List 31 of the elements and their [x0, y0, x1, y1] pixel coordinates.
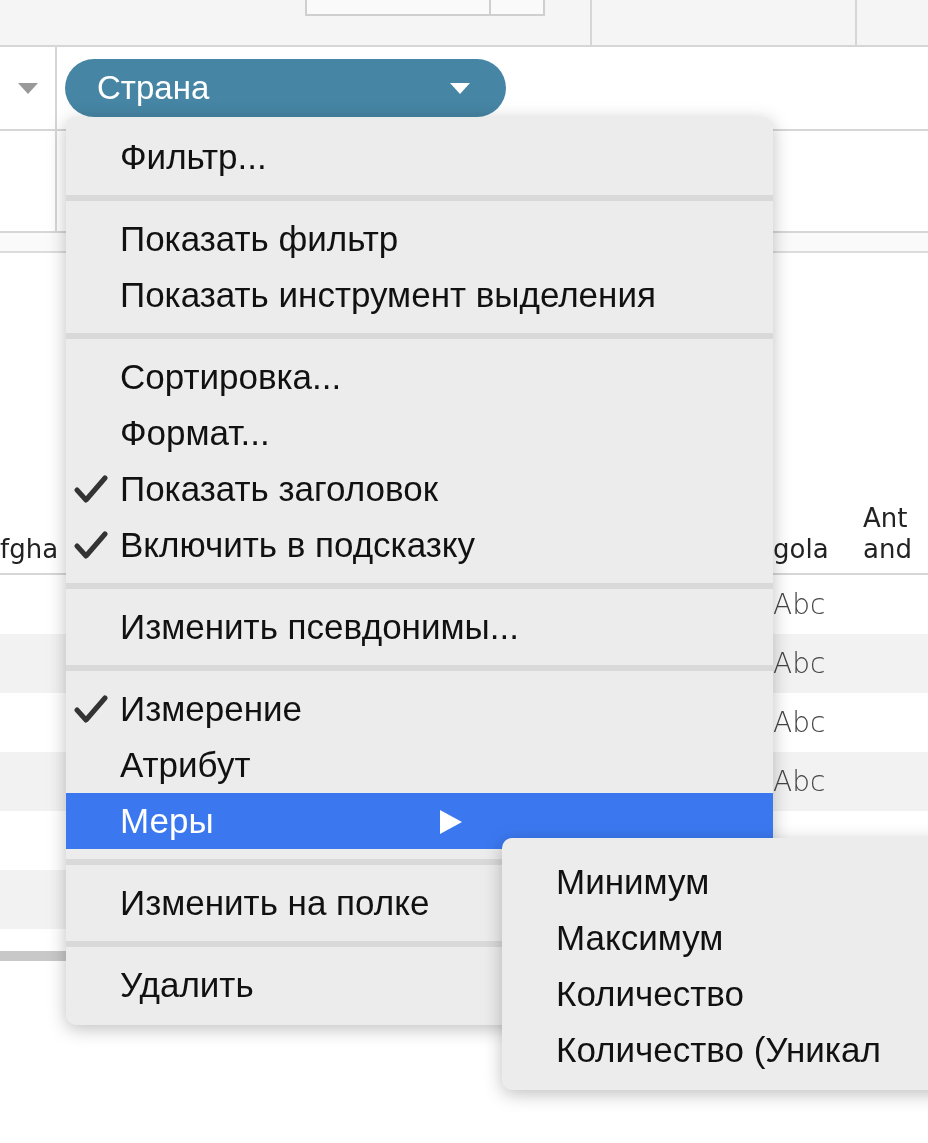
menu-item[interactable]: Включить в подсказку: [66, 517, 773, 573]
menu-item[interactable]: Количество (Уникал: [502, 1022, 928, 1078]
table-cell: Abc: [773, 765, 826, 798]
menu-item[interactable]: Меры: [66, 793, 773, 849]
table-cell: Abc: [773, 706, 826, 739]
column-header: gola: [773, 533, 829, 565]
menu-item[interactable]: Показать заголовок: [66, 461, 773, 517]
menu-item[interactable]: Атрибут: [66, 737, 773, 793]
column-header: Ant: [863, 502, 908, 534]
menu-item[interactable]: Минимум: [502, 854, 928, 910]
table-cell: Abc: [773, 647, 826, 680]
menu-item[interactable]: Показать инструмент выделения: [66, 267, 773, 323]
menu-item[interactable]: Показать фильтр: [66, 211, 773, 267]
menu-item[interactable]: Изменить псевдонимы...: [66, 599, 773, 655]
checkmark-icon: [74, 475, 108, 503]
menu-item[interactable]: Количество: [502, 966, 928, 1022]
dimension-pill[interactable]: Страна: [65, 59, 506, 117]
menu-item[interactable]: Максимум: [502, 910, 928, 966]
checkmark-icon: [74, 695, 108, 723]
column-header: and: [863, 533, 912, 565]
submenu-arrow-icon: [440, 810, 462, 834]
checkmark-icon: [74, 531, 108, 559]
dropdown-caret-icon[interactable]: [450, 82, 470, 94]
menu-item[interactable]: Измерение: [66, 681, 773, 737]
table-cell: Abc: [773, 588, 826, 621]
menu-item[interactable]: Формат...: [66, 405, 773, 461]
toolbar-field[interactable]: [305, 0, 545, 16]
menu-item[interactable]: Фильтр...: [66, 129, 773, 185]
column-header: fgha: [0, 533, 59, 565]
menu-item[interactable]: Сортировка...: [66, 349, 773, 405]
dropdown-caret-icon[interactable]: [17, 82, 38, 94]
